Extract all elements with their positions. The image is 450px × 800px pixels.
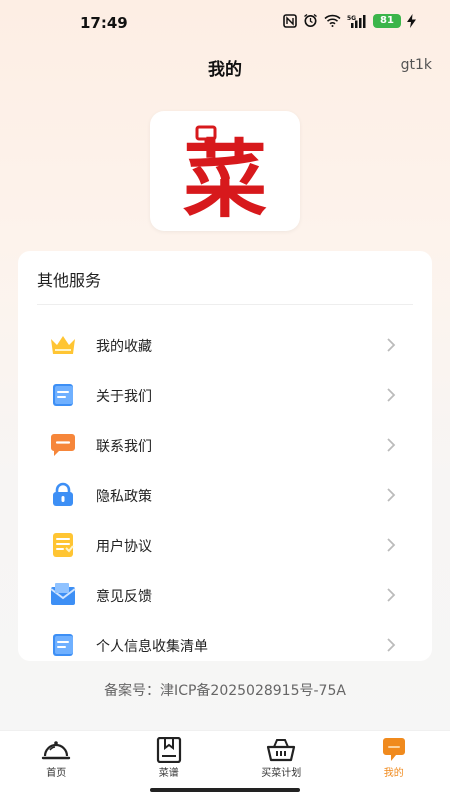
basket-icon <box>267 739 296 762</box>
chevron-right-icon <box>387 538 396 552</box>
menu-item-feedback[interactable]: 意见反馈 <box>18 572 432 618</box>
recipe-book-icon <box>156 737 181 763</box>
menu-item-label: 个人信息收集清单 <box>96 639 208 655</box>
agreement-icon <box>53 533 74 557</box>
menu-item-about[interactable]: 关于我们 <box>18 372 432 418</box>
nfc-icon <box>283 13 297 28</box>
cloche-icon <box>42 741 71 760</box>
document-icon <box>53 384 73 406</box>
status-icons: 5G 81 <box>283 13 416 28</box>
chat-bubble-icon <box>51 434 75 456</box>
menu-item-label: 联系我们 <box>96 439 152 455</box>
svg-text:5G: 5G <box>347 15 356 22</box>
wifi-icon <box>324 14 341 27</box>
menu-item-privacy[interactable]: 隐私政策 <box>18 472 432 518</box>
chevron-right-icon <box>387 638 396 652</box>
menu-item-contact[interactable]: 联系我们 <box>18 422 432 468</box>
status-bar: 17:49 5G 81 <box>0 0 450 44</box>
chevron-right-icon <box>387 438 396 452</box>
menu-item-label: 我的收藏 <box>96 339 152 355</box>
battery-icon: 81 <box>373 13 401 28</box>
chevron-right-icon <box>387 588 396 602</box>
chevron-right-icon <box>387 488 396 502</box>
tab-mine[interactable]: 我的 <box>338 731 450 783</box>
menu-item-personal-info-list[interactable]: 个人信息收集清单 <box>18 622 432 661</box>
5g-signal-icon: 5G <box>347 14 366 28</box>
divider <box>37 304 413 305</box>
alarm-icon <box>304 13 317 27</box>
icp-record: 备案号：津ICP备2025028915号-75A <box>104 683 346 699</box>
menu-item-user-agreement[interactable]: 用户协议 <box>18 522 432 568</box>
tab-shopping-plan[interactable]: 买菜计划 <box>225 731 338 783</box>
lock-icon <box>53 482 73 506</box>
services-title: 其他服务 <box>37 271 102 290</box>
charging-icon <box>407 13 416 28</box>
tab-label: 买菜计划 <box>261 768 302 779</box>
tab-label: 首页 <box>46 768 67 779</box>
user-name[interactable]: gt1k <box>401 57 432 73</box>
logo-character: 菜 <box>183 131 267 229</box>
tab-recipes[interactable]: 菜谱 <box>113 731 226 783</box>
menu-item-label: 意见反馈 <box>96 589 152 605</box>
tab-label: 我的 <box>383 768 404 779</box>
bottom-tab-bar: 首页 菜谱 买菜计划 我的 <box>0 730 450 782</box>
list-document-icon <box>53 634 73 656</box>
home-indicator[interactable] <box>150 788 300 792</box>
page-header: 我的 gt1k <box>0 50 450 84</box>
chevron-right-icon <box>387 388 396 402</box>
menu-item-label: 用户协议 <box>96 539 152 555</box>
tab-home[interactable]: 首页 <box>0 731 113 783</box>
app-logo: 菜 <box>150 111 300 231</box>
profile-bubble-icon <box>382 738 405 761</box>
mail-icon <box>50 583 76 605</box>
menu-item-label: 隐私政策 <box>96 489 152 505</box>
services-card: 其他服务 我的收藏 关于我们 联系我们 隐私政策 用户协议 意见反馈 个人信息收… <box>18 251 432 661</box>
status-time: 17:49 <box>80 14 128 32</box>
page-title: 我的 <box>208 60 242 80</box>
menu-item-label: 关于我们 <box>96 389 152 405</box>
crown-icon <box>51 336 75 354</box>
app-logo-mark: 菜 <box>183 125 267 229</box>
chevron-right-icon <box>387 338 396 352</box>
menu-item-favorites[interactable]: 我的收藏 <box>18 322 432 368</box>
tab-label: 菜谱 <box>158 768 179 779</box>
